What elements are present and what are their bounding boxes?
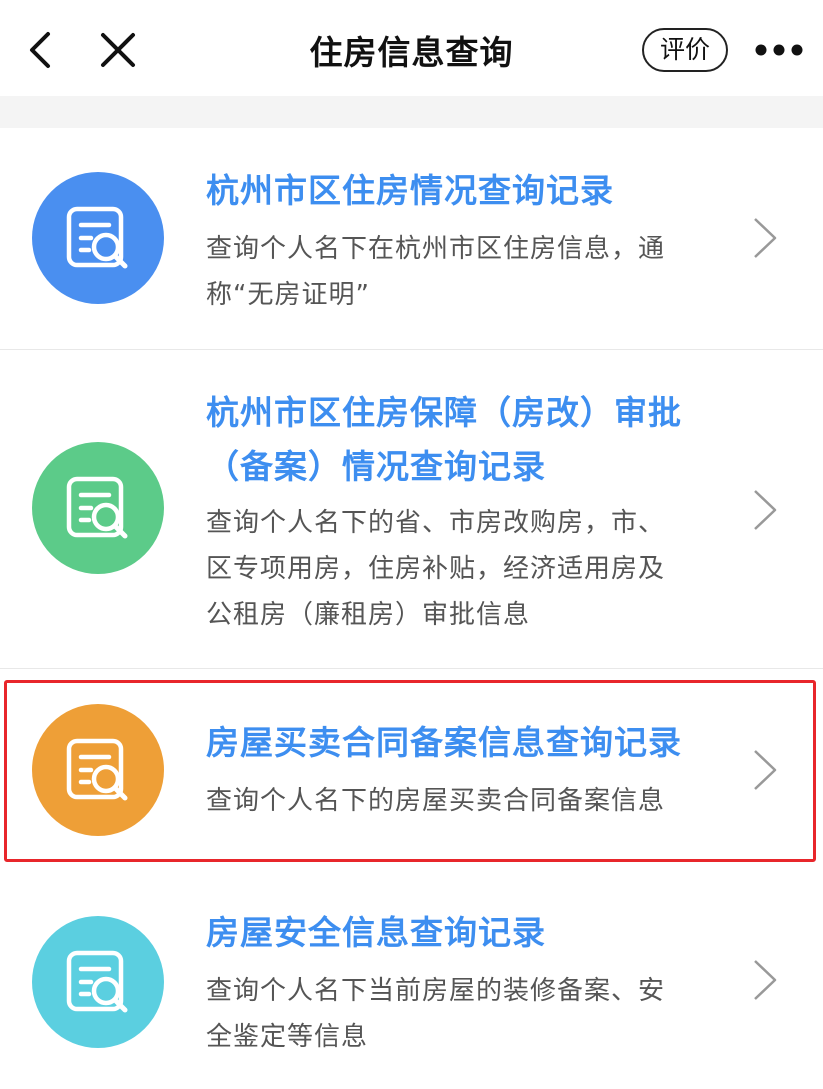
item-icon-circle	[32, 704, 164, 836]
item-title-line: 杭州市区住房情况查询记录	[206, 171, 614, 210]
divider	[0, 668, 823, 669]
document-search-icon	[66, 206, 128, 269]
item-title: 房屋安全信息查询记录	[206, 906, 726, 960]
item-icon-circle	[32, 442, 164, 574]
item-title-line: 房屋买卖合同备案信息查询记录	[206, 723, 682, 762]
list-item-housing-record[interactable]: 杭州市区住房情况查询记录 查询个人名下在杭州市区住房信息，通 称“无房证明”	[0, 128, 823, 349]
item-title: 房屋买卖合同备案信息查询记录	[206, 716, 726, 770]
item-desc-line: 区专项用房，住房补贴，经济适用房及	[206, 554, 666, 584]
item-desc-line: 公租房（廉租房）审批信息	[206, 600, 531, 630]
item-desc-line: 查询个人名下在杭州市区住房信息，通	[206, 234, 666, 264]
item-desc-line: 全鉴定等信息	[206, 1022, 369, 1052]
item-title: 杭州市区住房保障（房改）审批 （备案）情况查询记录	[206, 386, 726, 494]
item-description: 查询个人名下的省、市房改购房，市、 区专项用房，住房补贴，经济适用房及 公租房（…	[206, 500, 726, 638]
nav-bar: 住房信息查询 评价	[0, 0, 823, 96]
item-icon-circle	[32, 916, 164, 1048]
chevron-right-icon	[754, 750, 777, 790]
item-desc-line: 称“无房证明”	[206, 280, 370, 310]
document-search-icon	[66, 950, 128, 1013]
item-icon-circle	[32, 172, 164, 304]
item-title-line: （备案）情况查询记录	[206, 447, 546, 486]
item-title: 杭州市区住房情况查询记录	[206, 164, 726, 218]
item-description: 查询个人名下在杭州市区住房信息，通 称“无房证明”	[206, 226, 726, 318]
list-item-sales-contract-record[interactable]: 房屋买卖合同备案信息查询记录 查询个人名下的房屋买卖合同备案信息	[0, 684, 823, 860]
more-dots-icon[interactable]	[754, 40, 804, 60]
rate-button[interactable]: 评价	[642, 28, 728, 72]
chevron-right-icon	[754, 960, 777, 1000]
item-desc-line: 查询个人名下当前房屋的装修备案、安	[206, 976, 666, 1006]
item-description: 查询个人名下的房屋买卖合同备案信息	[206, 778, 726, 824]
item-title-line: 房屋安全信息查询记录	[206, 913, 546, 952]
section-gap	[0, 96, 823, 128]
document-search-icon	[66, 738, 128, 801]
list-item-house-safety-record[interactable]: 房屋安全信息查询记录 查询个人名下当前房屋的装修备案、安 全鉴定等信息	[0, 880, 823, 1089]
chevron-right-icon	[754, 218, 777, 258]
document-search-icon	[66, 476, 128, 539]
item-desc-line: 查询个人名下的省、市房改购房，市、	[206, 508, 666, 538]
chevron-right-icon	[754, 490, 777, 530]
item-desc-line: 查询个人名下的房屋买卖合同备案信息	[206, 786, 666, 816]
item-description: 查询个人名下当前房屋的装修备案、安 全鉴定等信息	[206, 968, 726, 1060]
item-title-line: 杭州市区住房保障（房改）审批	[206, 393, 682, 432]
list-item-housing-security-record[interactable]: 杭州市区住房保障（房改）审批 （备案）情况查询记录 查询个人名下的省、市房改购房…	[0, 350, 823, 667]
